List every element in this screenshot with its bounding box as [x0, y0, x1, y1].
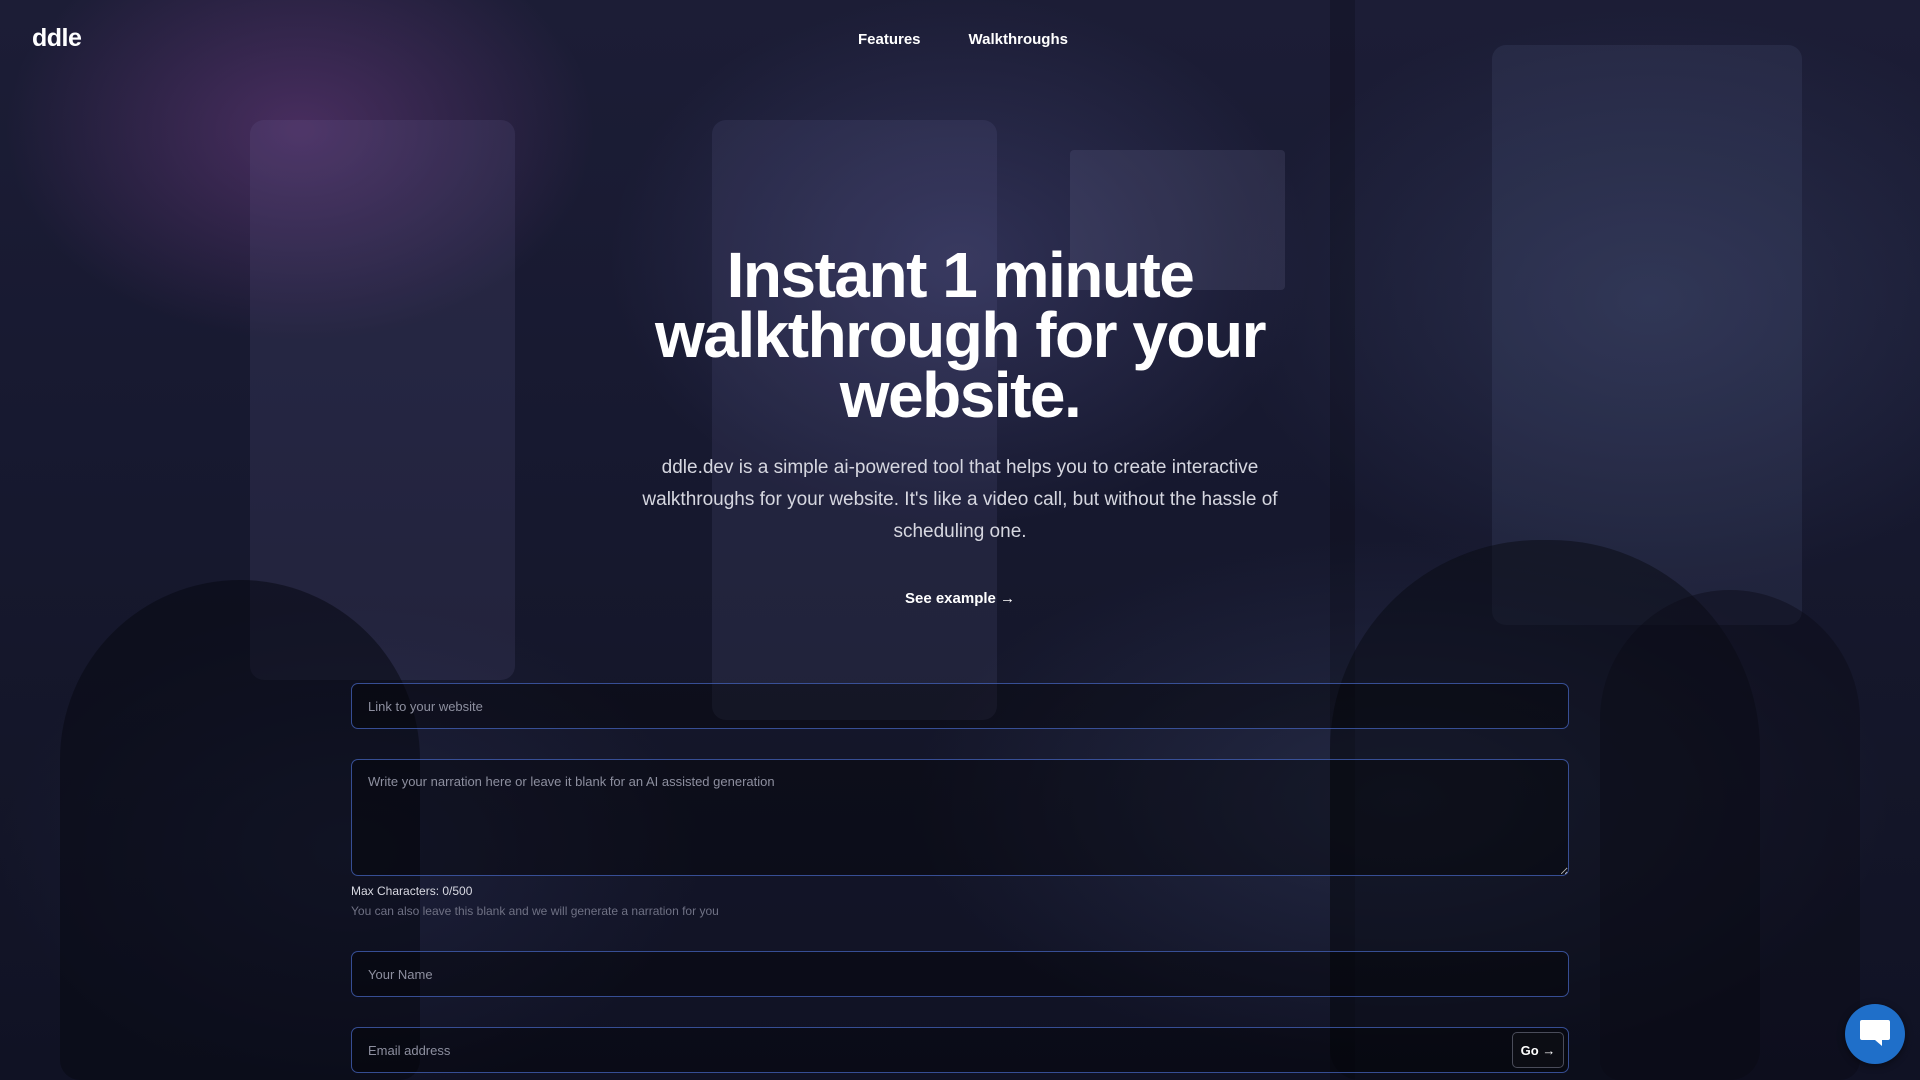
- main-nav: Features Walkthroughs: [858, 31, 1068, 48]
- chat-launcher-button[interactable]: [1845, 1004, 1905, 1064]
- background-window: [1492, 45, 1802, 625]
- hero-title: Instant 1 minute walkthrough for your we…: [655, 239, 1267, 431]
- nav-link-walkthroughs[interactable]: Walkthroughs: [969, 31, 1068, 48]
- see-example-container: See example →: [0, 590, 1920, 608]
- website-url-input[interactable]: [351, 683, 1569, 729]
- chat-bubble-icon: [1858, 1016, 1892, 1053]
- site-header: ddle Features Walkthroughs: [0, 0, 1920, 80]
- narration-textarea[interactable]: [351, 759, 1569, 876]
- email-input[interactable]: [351, 1027, 1569, 1073]
- narration-hint: You can also leave this blank and we wil…: [351, 904, 719, 918]
- background-person-silhouette: [1600, 590, 1860, 1080]
- email-row: Go →: [351, 1027, 1569, 1073]
- see-example-link[interactable]: See example →: [905, 590, 1015, 607]
- name-input[interactable]: [351, 951, 1569, 997]
- logo[interactable]: ddle: [32, 24, 82, 53]
- character-count: Max Characters: 0/500: [351, 884, 473, 898]
- hero-subtitle: ddle.dev is a simple ai-powered tool tha…: [642, 457, 1278, 542]
- go-button[interactable]: Go →: [1512, 1032, 1564, 1068]
- nav-link-features[interactable]: Features: [858, 31, 921, 48]
